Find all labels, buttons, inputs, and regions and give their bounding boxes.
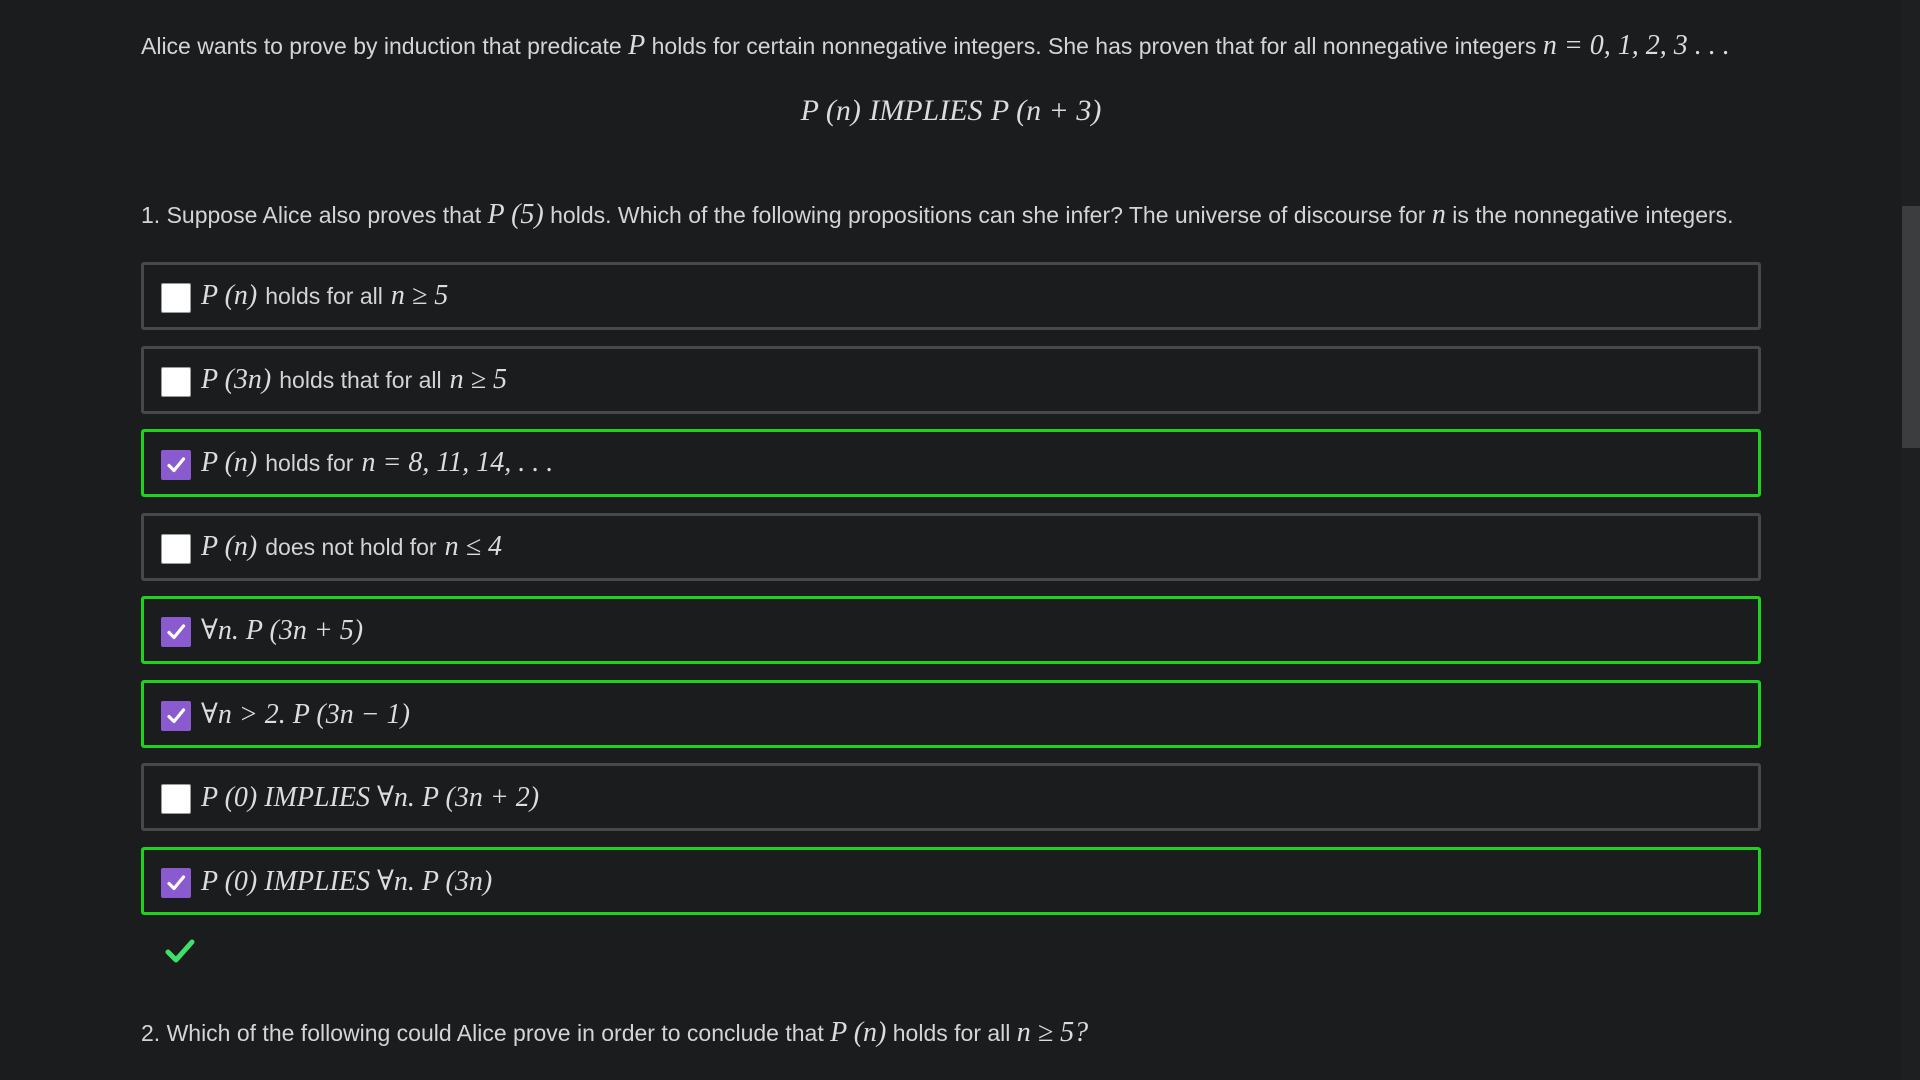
option-math: P (3n) — [201, 364, 272, 395]
q2-prefix: 2. Which of the following could Alice pr… — [141, 1020, 824, 1046]
answer-option[interactable]: ∀n > 2. P (3n − 1) — [141, 680, 1761, 748]
scrollbar-track[interactable] — [1902, 0, 1920, 1080]
intro-paragraph: Alice wants to prove by induction that p… — [141, 30, 1730, 62]
answer-option[interactable]: P (0) IMPLIES ∀n. P (3n) — [141, 847, 1761, 915]
answer-option-text: P (0) IMPLIES ∀n. P (3n + 2) — [201, 780, 539, 814]
option-label: does not hold for — [265, 534, 437, 560]
checkbox-checked[interactable] — [161, 868, 191, 898]
question-2-prompt: 2. Which of the following could Alice pr… — [141, 1016, 1088, 1050]
q2-math2: n ≥ 5? — [1016, 1017, 1089, 1048]
checkbox-checked[interactable] — [161, 617, 191, 647]
answer-option-text: ∀n > 2. P (3n − 1) — [201, 697, 410, 731]
answer-option-text: P (0) IMPLIES ∀n. P (3n) — [201, 864, 492, 898]
display-op: IMPLIES — [869, 94, 983, 127]
quiz-page: Alice wants to prove by induction that p… — [0, 0, 1920, 1080]
scrollbar-thumb[interactable] — [1902, 206, 1920, 448]
option-label: holds for all — [265, 283, 383, 309]
option-math: ∀n > 2. P (3n − 1) — [201, 699, 410, 730]
answer-option[interactable]: P (n) does not hold for n ≤ 4 — [141, 513, 1761, 581]
display-rhs: P (n + 3) — [990, 94, 1102, 127]
check-icon — [167, 875, 186, 891]
answer-option-text: ∀n. P (3n + 5) — [201, 613, 363, 647]
option-math: n ≥ 5 — [449, 364, 507, 395]
answer-option-text: P (n) does not hold for n ≤ 4 — [201, 531, 502, 563]
intro-predicate: P — [628, 30, 646, 61]
q1-suffix2: is the nonnegative integers. — [1452, 202, 1734, 228]
option-math: ∀n. P (3n + 5) — [201, 615, 364, 646]
q1-math: P (5) — [487, 199, 544, 230]
answer-option[interactable]: P (0) IMPLIES ∀n. P (3n + 2) — [141, 763, 1761, 831]
answer-option-text: P (n) holds for n = 8, 11, 14, . . . — [201, 447, 553, 479]
option-math: n ≤ 4 — [444, 531, 502, 562]
intro-n-values: n = 0, 1, 2, 3 . . . — [1542, 30, 1730, 61]
intro-text-middle: holds for certain nonnegative integers. … — [651, 33, 1537, 59]
answer-option[interactable]: P (3n) holds that for all n ≥ 5 — [141, 346, 1761, 414]
q1-var: n — [1431, 199, 1446, 230]
checkbox-unchecked[interactable] — [161, 367, 191, 397]
option-math: P (n) — [201, 280, 258, 311]
q1-prefix: 1. Suppose Alice also proves that — [141, 202, 482, 228]
display-lhs: P (n) — [800, 94, 861, 127]
option-label: holds for — [265, 450, 354, 476]
question-1-prompt: 1. Suppose Alice also proves that P (5) … — [141, 198, 1734, 232]
q2-math1: P (n) — [830, 1017, 887, 1048]
check-icon — [167, 457, 186, 473]
checkmark-icon — [165, 939, 195, 963]
checkbox-unchecked[interactable] — [161, 534, 191, 564]
check-icon — [167, 624, 186, 640]
answer-option[interactable]: P (n) holds for n = 8, 11, 14, . . . — [141, 429, 1761, 497]
answer-option-text: P (3n) holds that for all n ≥ 5 — [201, 364, 507, 396]
checkbox-unchecked[interactable] — [161, 283, 191, 313]
checkbox-checked[interactable] — [161, 450, 191, 480]
checkbox-unchecked[interactable] — [161, 784, 191, 814]
q2-middle: holds for all — [892, 1020, 1011, 1046]
display-equation: P (n) IMPLIES P (n + 3) — [141, 94, 1761, 128]
option-math: n ≥ 5 — [390, 280, 449, 311]
option-math: n = 8, 11, 14, . . . — [361, 447, 554, 478]
answer-option-text: P (n) holds for all n ≥ 5 — [201, 280, 448, 312]
answer-option[interactable]: ∀n. P (3n + 5) — [141, 596, 1761, 664]
check-icon — [167, 708, 186, 724]
option-math: P (n) — [201, 447, 258, 478]
answer-option[interactable]: P (n) holds for all n ≥ 5 — [141, 262, 1761, 330]
intro-text-before: Alice wants to prove by induction that p… — [141, 33, 622, 59]
checkbox-checked[interactable] — [161, 701, 191, 731]
option-math: P (0) IMPLIES ∀n. P (3n) — [201, 866, 493, 897]
q1-suffix: holds. Which of the following propositio… — [550, 202, 1426, 228]
option-math: P (0) IMPLIES ∀n. P (3n + 2) — [201, 782, 540, 813]
option-label: holds that for all — [279, 367, 442, 393]
option-math: P (n) — [201, 531, 258, 562]
